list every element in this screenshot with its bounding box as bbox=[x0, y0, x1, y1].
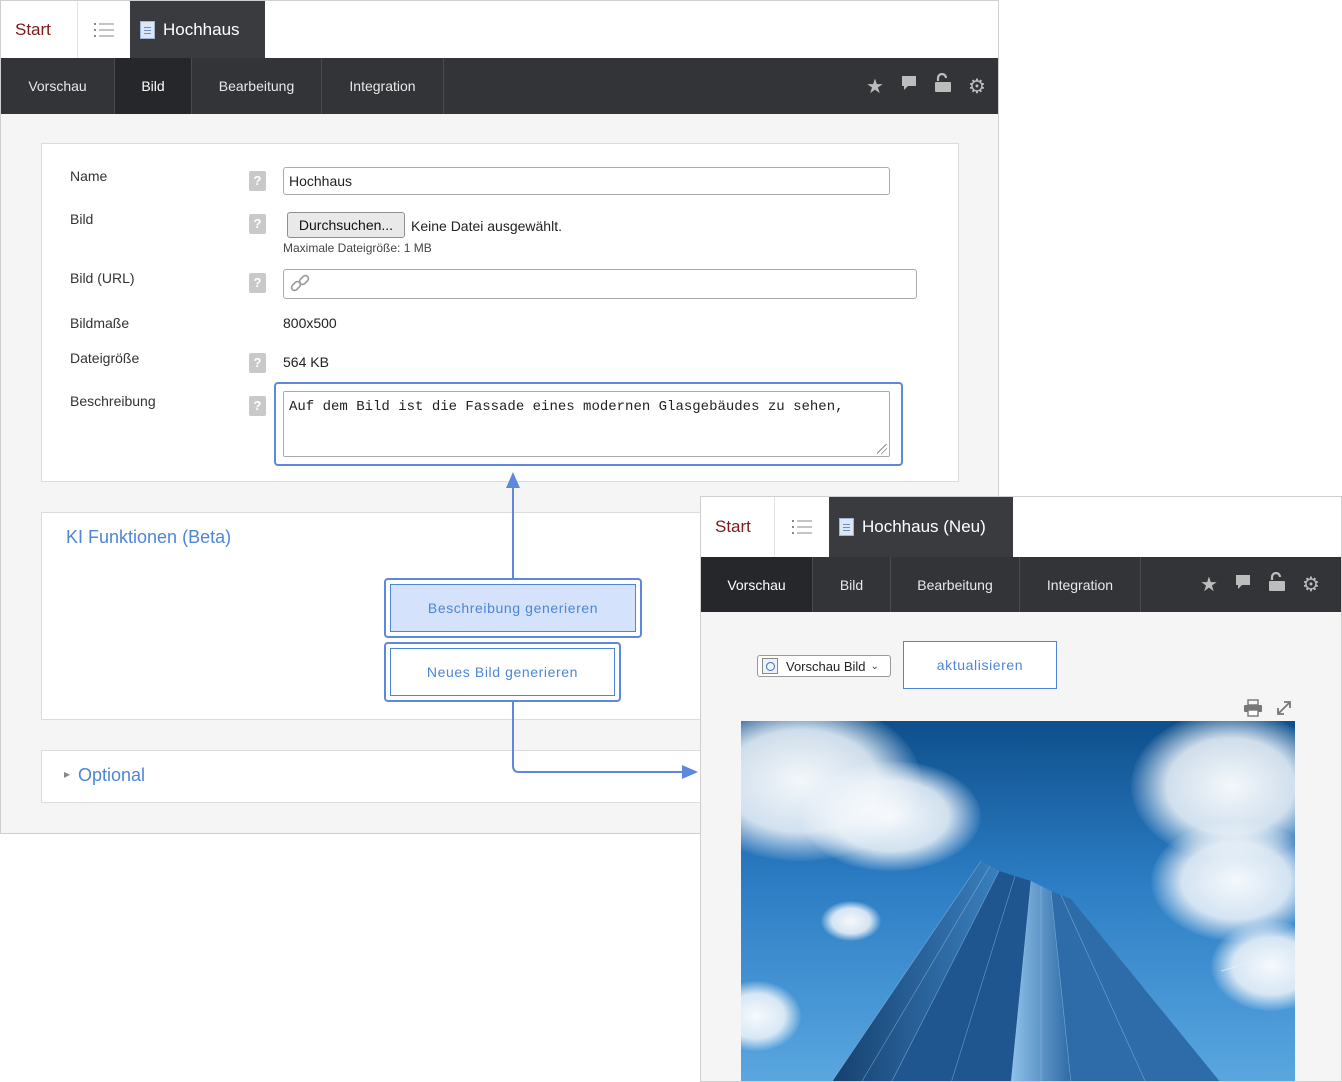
refresh-button[interactable]: aktualisieren bbox=[903, 641, 1057, 689]
expand-icon[interactable] bbox=[1275, 699, 1293, 717]
nav-bar: Vorschau Bild Bearbeitung Integration ★ … bbox=[701, 557, 1341, 612]
preview-image bbox=[741, 721, 1295, 1081]
preview-select[interactable]: Vorschau Bild ⌄ bbox=[757, 655, 891, 677]
tab-hochhaus-neu[interactable]: Hochhaus (Neu) bbox=[829, 497, 1013, 557]
tab-bar: Start Hochhaus (Neu) bbox=[701, 497, 1341, 557]
gear-icon[interactable]: ⚙ bbox=[1301, 572, 1321, 597]
skyscraper-graphic bbox=[831, 860, 1295, 1081]
star-icon[interactable]: ★ bbox=[1199, 572, 1219, 597]
comment-icon[interactable] bbox=[1233, 573, 1253, 597]
tab-list[interactable] bbox=[774, 497, 829, 557]
list-icon bbox=[792, 520, 812, 534]
unlock-icon[interactable] bbox=[1267, 571, 1287, 598]
preview-window: Start Hochhaus (Neu) Vorschau Bild Bearb… bbox=[700, 496, 1342, 1082]
magnifier-icon bbox=[762, 658, 778, 674]
nav-bearbeitung[interactable]: Bearbeitung bbox=[891, 557, 1020, 612]
nav-integration[interactable]: Integration bbox=[1020, 557, 1141, 612]
document-icon bbox=[839, 518, 854, 536]
tab-hochhaus-neu-label: Hochhaus (Neu) bbox=[862, 517, 986, 536]
nav-vorschau[interactable]: Vorschau bbox=[701, 557, 813, 612]
tab-start[interactable]: Start bbox=[715, 497, 751, 557]
nav-bild[interactable]: Bild bbox=[813, 557, 891, 612]
chevron-down-icon: ⌄ bbox=[870, 660, 879, 672]
preview-select-value: Vorschau Bild bbox=[786, 658, 866, 674]
print-icon[interactable] bbox=[1243, 699, 1263, 717]
